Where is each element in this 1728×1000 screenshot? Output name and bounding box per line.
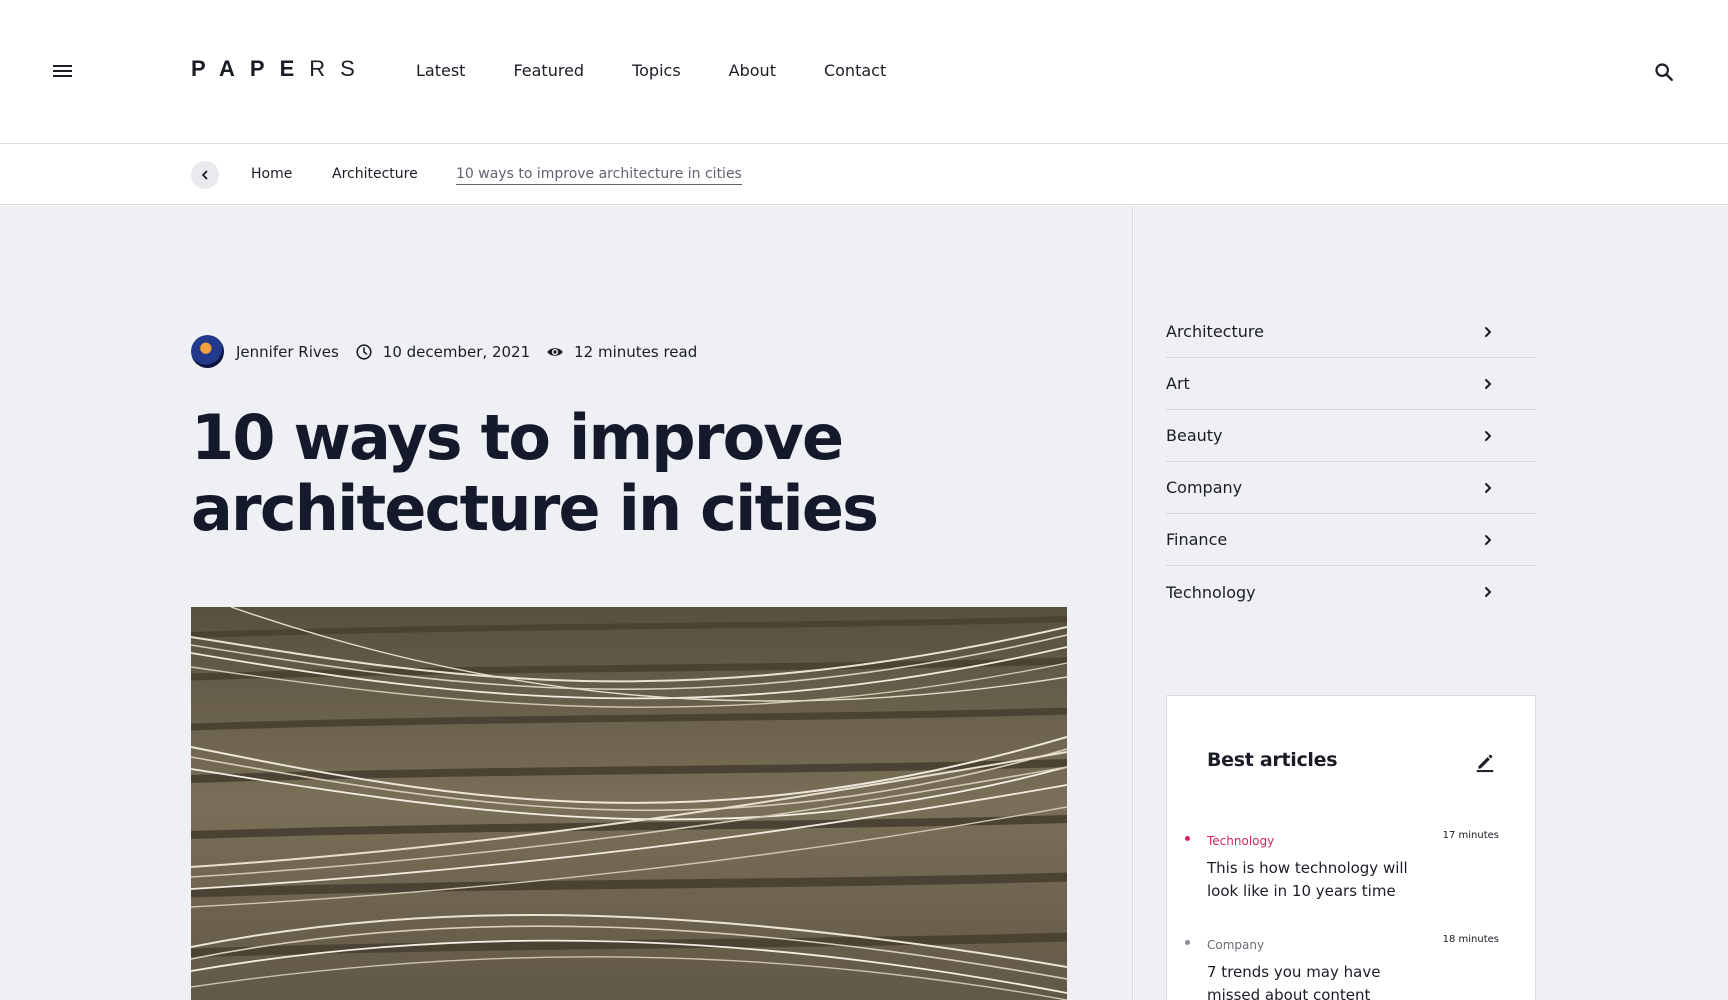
article-headline[interactable]: 7 trends you may have missed about conte…: [1207, 961, 1427, 1000]
hero-image-graphic: [191, 607, 1067, 1000]
article-main: Jennifer Rives 10 december, 2021 12 minu…: [0, 206, 1133, 1000]
category-finance[interactable]: Finance: [1166, 514, 1536, 566]
menu-icon[interactable]: [52, 62, 76, 82]
category-technology[interactable]: Technology: [1166, 566, 1536, 618]
article-tag[interactable]: Technology: [1207, 834, 1274, 848]
article-time: 18 minutes: [1442, 934, 1499, 945]
pencil-icon[interactable]: [1474, 751, 1496, 773]
nav-topics[interactable]: Topics: [632, 61, 681, 80]
article-meta: Jennifer Rives 10 december, 2021 12 minu…: [191, 335, 697, 368]
nav-contact[interactable]: Contact: [824, 61, 886, 80]
category-label: Architecture: [1166, 322, 1264, 341]
nav-featured[interactable]: Featured: [513, 61, 584, 80]
chevron-right-icon: [1485, 587, 1491, 597]
logo-bold-part: PAPE: [191, 56, 310, 81]
hero-image: [191, 607, 1067, 1000]
chevron-right-icon: [1485, 482, 1491, 493]
best-articles-title: Best articles: [1207, 749, 1338, 771]
chevron-right-icon: [1485, 326, 1491, 337]
category-beauty[interactable]: Beauty: [1166, 410, 1536, 462]
avatar[interactable]: [191, 335, 224, 368]
article-time: 17 minutes: [1442, 830, 1499, 841]
chevron-right-icon: [1485, 378, 1491, 389]
logo[interactable]: PAPERS: [191, 56, 370, 82]
category-label: Art: [1166, 374, 1190, 393]
nav-latest[interactable]: Latest: [416, 61, 465, 80]
best-article-item[interactable]: Technology 17 minutes This is how techno…: [1185, 830, 1499, 903]
category-list: Architecture Art Beauty Company Finance …: [1166, 306, 1536, 618]
publish-date: 10 december, 2021: [382, 342, 531, 361]
article-title: 10 ways to improve architecture in citie…: [191, 401, 879, 545]
read-time: 12 minutes read: [574, 342, 698, 361]
site-header: PAPERS Latest Featured Topics About Cont…: [0, 0, 1728, 144]
category-label: Beauty: [1166, 426, 1223, 445]
breadcrumb: Home Architecture 10 ways to improve arc…: [0, 145, 1728, 205]
author-name[interactable]: Jennifer Rives: [236, 343, 339, 361]
sidebar: Architecture Art Beauty Company Finance …: [1134, 206, 1728, 1000]
article-headline[interactable]: This is how technology will look like in…: [1207, 857, 1427, 903]
search-icon[interactable]: [1653, 61, 1675, 83]
best-article-item[interactable]: Company 18 minutes 7 trends you may have…: [1185, 934, 1499, 1000]
category-label: Finance: [1166, 530, 1228, 549]
category-company[interactable]: Company: [1166, 462, 1536, 514]
logo-light-part: RS: [309, 56, 370, 81]
category-architecture[interactable]: Architecture: [1166, 306, 1536, 358]
chevron-left-icon: [202, 170, 208, 180]
nav-about[interactable]: About: [729, 61, 776, 80]
eye-icon: [547, 347, 563, 356]
main-nav: Latest Featured Topics About Contact: [416, 61, 934, 80]
category-label: Technology: [1166, 582, 1256, 602]
chevron-right-icon: [1485, 430, 1491, 441]
back-button[interactable]: [191, 161, 219, 189]
breadcrumb-current[interactable]: 10 ways to improve architecture in citie…: [456, 166, 742, 185]
bullet-dot: [1185, 836, 1190, 841]
article-tag[interactable]: Company: [1207, 938, 1264, 952]
bullet-dot: [1185, 940, 1190, 945]
best-articles-card: Best articles Technology 17 minutes This…: [1166, 695, 1536, 1000]
category-label: Company: [1166, 478, 1243, 497]
category-art[interactable]: Art: [1166, 358, 1536, 410]
clock-icon: [356, 343, 372, 360]
breadcrumb-architecture[interactable]: Architecture: [332, 166, 418, 182]
breadcrumb-home[interactable]: Home: [251, 166, 292, 182]
chevron-right-icon: [1485, 534, 1491, 545]
